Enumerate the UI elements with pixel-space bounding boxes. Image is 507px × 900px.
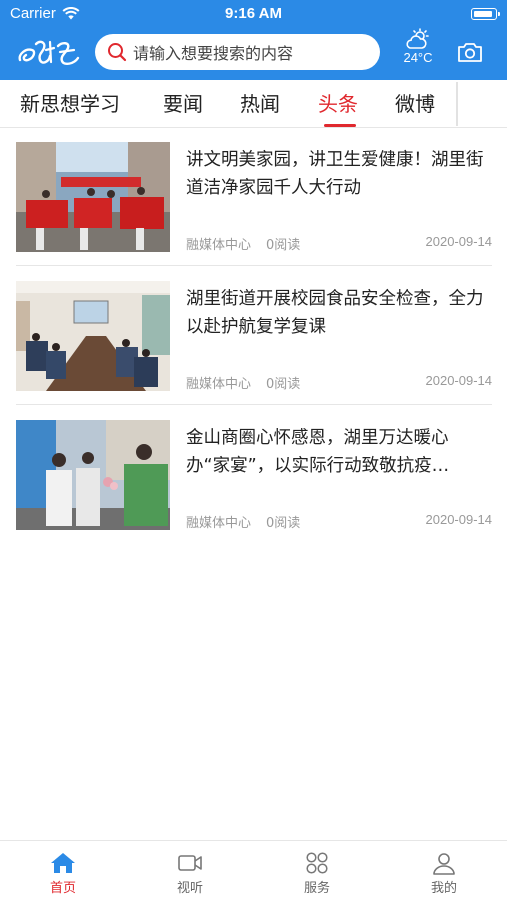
temperature-label: 24°C bbox=[403, 50, 433, 65]
partly-cloudy-icon bbox=[406, 28, 429, 49]
news-thumbnail bbox=[16, 281, 170, 391]
news-item[interactable]: 湖里街道开展校园食品安全检查，全力以赴护航复学复课 融媒体中心 0阅读 2020… bbox=[16, 281, 492, 405]
news-thumbnail bbox=[16, 420, 170, 530]
tab-rewen[interactable]: 热闻 bbox=[240, 90, 280, 118]
news-read-count: 0阅读 bbox=[266, 516, 301, 531]
bottom-tab-bar: 首页 视听 服务 我的 bbox=[0, 840, 507, 900]
tab-weibo[interactable]: 微博 bbox=[395, 90, 435, 118]
news-title[interactable]: 湖里街道开展校园食品安全检查，全力以赴护航复学复课 bbox=[186, 285, 492, 341]
tabbar-home-label: 首页 bbox=[49, 881, 76, 896]
channel-tabs: 新思想学习 要闻 热闻 头条 微博 bbox=[0, 80, 507, 128]
active-tab-indicator bbox=[324, 124, 356, 127]
tabbar-service[interactable]: 服务 bbox=[254, 841, 380, 900]
weather-widget[interactable]: 24°C bbox=[396, 28, 440, 74]
news-read-count: 0阅读 bbox=[266, 238, 301, 253]
news-item[interactable]: 金山商圈心怀感恩，湖里万达暖心办“家宴”，以实际行动致敬抗疫… 融媒体中心 0阅… bbox=[16, 420, 492, 544]
search-placeholder: 请输入想要搜索的内容 bbox=[133, 44, 294, 63]
home-icon bbox=[51, 853, 75, 873]
tabbar-mine[interactable]: 我的 bbox=[381, 841, 507, 900]
news-title[interactable]: 讲文明美家园，讲卫生爱健康！湖里街道洁净家园千人大行动 bbox=[186, 146, 492, 202]
tabbar-video-label: 视听 bbox=[176, 881, 203, 896]
battery-level bbox=[473, 10, 492, 17]
tab-toutiao[interactable]: 头条 bbox=[318, 90, 358, 118]
tabbar-home[interactable]: 首页 bbox=[0, 841, 126, 900]
app-logo[interactable] bbox=[16, 36, 82, 70]
news-item[interactable]: 讲文明美家园，讲卫生爱健康！湖里街道洁净家园千人大行动 融媒体中心 0阅读 20… bbox=[16, 142, 492, 266]
tab-yaowen[interactable]: 要闻 bbox=[163, 90, 203, 118]
status-bar: Carrier 9:16 AM bbox=[0, 0, 507, 28]
news-title[interactable]: 金山商圈心怀感恩，湖里万达暖心办“家宴”，以实际行动致敬抗疫… bbox=[186, 424, 492, 480]
news-source: 融媒体中心 bbox=[186, 377, 252, 392]
search-bar[interactable]: 请输入想要搜索的内容 bbox=[95, 34, 380, 70]
news-source: 融媒体中心 bbox=[186, 238, 252, 253]
grid-icon bbox=[306, 852, 328, 874]
search-icon bbox=[108, 43, 127, 62]
tabbar-video[interactable]: 视听 bbox=[127, 841, 253, 900]
user-icon bbox=[433, 853, 455, 875]
news-date: 2020-09-14 bbox=[425, 512, 493, 527]
news-date: 2020-09-14 bbox=[425, 373, 493, 388]
tab-xinsixiang[interactable]: 新思想学习 bbox=[20, 90, 120, 118]
news-date: 2020-09-14 bbox=[425, 234, 493, 249]
status-time: 9:16 AM bbox=[225, 5, 282, 22]
video-icon bbox=[178, 855, 202, 871]
tabs-scroll-fade bbox=[455, 80, 507, 127]
divider bbox=[16, 404, 492, 405]
tabs-scroll-edge bbox=[456, 82, 458, 126]
camera-icon[interactable] bbox=[457, 40, 483, 64]
battery-icon bbox=[471, 8, 500, 20]
tabbar-mine-label: 我的 bbox=[430, 881, 457, 896]
tabbar-service-label: 服务 bbox=[303, 881, 330, 896]
news-read-count: 0阅读 bbox=[266, 377, 301, 392]
news-source: 融媒体中心 bbox=[186, 516, 252, 531]
news-thumbnail bbox=[16, 142, 170, 252]
app-header: Carrier 9:16 AM 请输入想要搜索的内容 24°C bbox=[0, 0, 507, 80]
divider bbox=[16, 265, 492, 266]
